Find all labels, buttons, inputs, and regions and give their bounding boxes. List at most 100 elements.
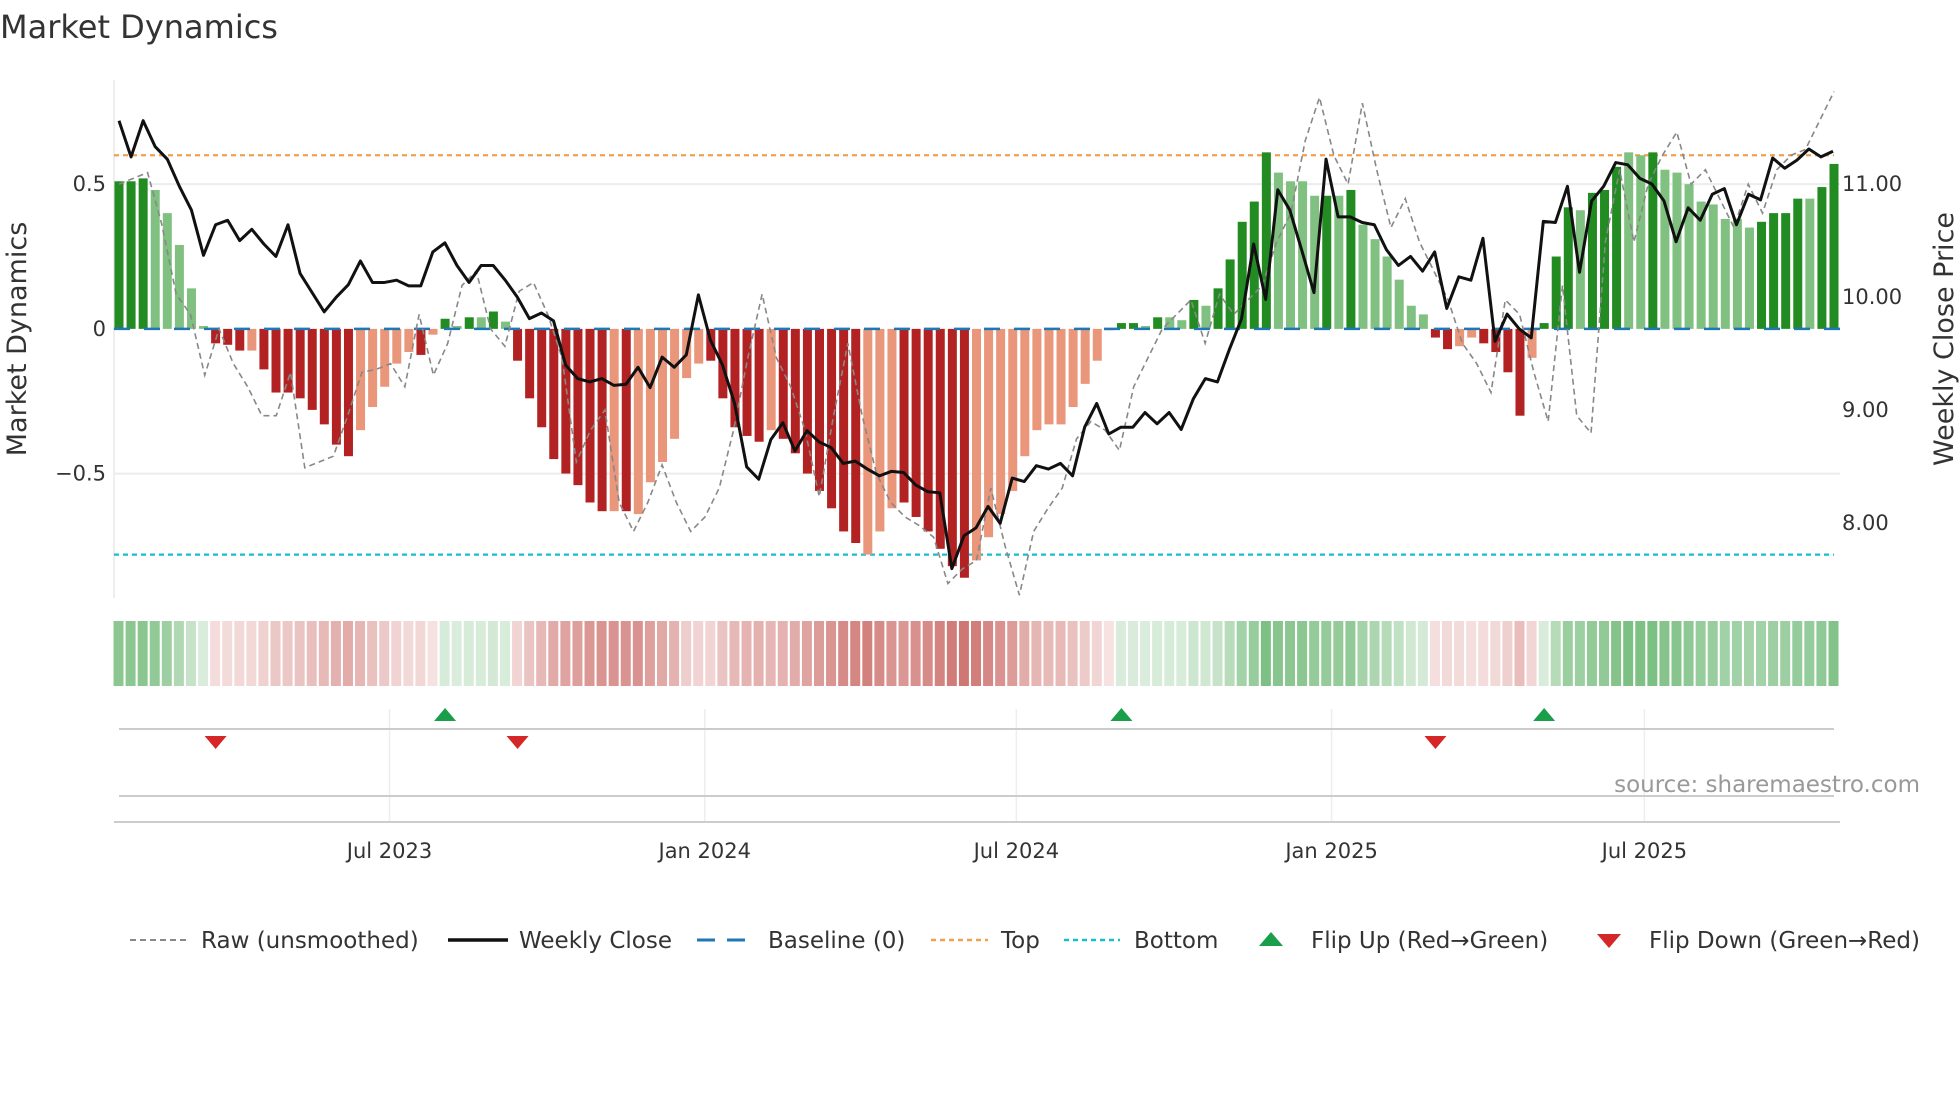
- momentum-bar: [223, 328, 233, 345]
- momentum-bar: [1515, 328, 1525, 416]
- heat-cell: [1405, 621, 1416, 686]
- heat-cell: [1176, 621, 1187, 686]
- momentum-bar: [851, 328, 861, 544]
- y2-tick-label: 8.00: [1842, 511, 1889, 535]
- momentum-bar: [923, 328, 933, 532]
- x-tick-label: Jan 2025: [1283, 839, 1378, 863]
- heat-cell: [222, 621, 233, 686]
- heat-cell: [306, 621, 317, 686]
- momentum-bar: [464, 317, 474, 329]
- momentum-bar: [186, 288, 196, 329]
- momentum-bar: [657, 328, 667, 462]
- heat-cell: [656, 621, 667, 686]
- momentum-bar: [1455, 328, 1465, 347]
- heat-cell: [1212, 621, 1223, 686]
- momentum-bar: [1056, 328, 1066, 425]
- heat-cell: [1599, 621, 1610, 686]
- momentum-bar: [573, 328, 583, 486]
- momentum-bar: [1660, 169, 1670, 329]
- momentum-bar: [766, 328, 776, 431]
- heat-cell: [1067, 621, 1078, 686]
- heat-cell: [1743, 621, 1754, 686]
- momentum-bar: [645, 328, 655, 483]
- momentum-bar: [1757, 221, 1767, 329]
- momentum-bar: [839, 328, 849, 532]
- momentum-bar: [283, 328, 293, 393]
- momentum-bar: [1406, 305, 1416, 329]
- heat-cell: [1115, 621, 1126, 686]
- heat-cell: [584, 621, 595, 686]
- momentum-bar: [307, 328, 317, 410]
- heat-cell: [536, 621, 547, 686]
- momentum-bar: [609, 328, 619, 512]
- heat-cell: [874, 621, 885, 686]
- heat-cell: [813, 621, 824, 686]
- momentum-bar: [1793, 198, 1803, 329]
- heat-cell: [1055, 621, 1066, 686]
- heat-cell: [1768, 621, 1779, 686]
- y2-tick-label: 10.00: [1842, 285, 1902, 309]
- momentum-bar: [1781, 213, 1791, 329]
- heat-cell: [1695, 621, 1706, 686]
- momentum-bar: [814, 328, 824, 491]
- heat-cell: [1007, 621, 1018, 686]
- momentum-bar: [1261, 152, 1271, 329]
- momentum-bar: [380, 328, 390, 387]
- momentum-bar: [1817, 187, 1827, 329]
- heat-cell: [1780, 621, 1791, 686]
- heat-cell: [1019, 621, 1030, 686]
- momentum-bars: [114, 152, 1839, 578]
- heat-cell: [173, 621, 184, 686]
- heat-cell: [910, 621, 921, 686]
- momentum-bar: [1732, 218, 1742, 329]
- heat-cell: [741, 621, 752, 686]
- heat-cell: [958, 621, 969, 686]
- heat-cell: [1188, 621, 1199, 686]
- momentum-bar: [1346, 189, 1356, 329]
- heat-cell: [705, 621, 716, 686]
- flip-down-marker: [1424, 736, 1447, 749]
- momentum-bar: [1322, 195, 1332, 329]
- heat-cell: [1731, 621, 1742, 686]
- heat-cell: [971, 621, 981, 686]
- heat-cell: [1647, 621, 1658, 686]
- momentum-bar: [670, 328, 680, 439]
- momentum-bar: [633, 328, 643, 515]
- momentum-bar: [235, 328, 245, 351]
- heat-cell: [1079, 621, 1090, 686]
- y2-axis-label: Weekly Close Price: [1929, 212, 1960, 466]
- heat-cell: [318, 621, 329, 686]
- y2-tick-label: 9.00: [1842, 398, 1889, 422]
- momentum-bar: [1720, 218, 1730, 329]
- heat-cell: [499, 621, 510, 686]
- heat-cell: [644, 621, 655, 686]
- flip-up-marker: [1110, 708, 1133, 721]
- heat-cell: [1792, 621, 1803, 686]
- momentum-bar: [1201, 305, 1211, 329]
- heat-cell: [560, 621, 571, 686]
- legend-flip-down-label: Flip Down (Green→Red): [1649, 928, 1920, 954]
- heat-cell: [246, 621, 257, 686]
- heat-cell: [379, 621, 390, 686]
- heat-cell: [934, 621, 945, 686]
- momentum-bar: [1672, 172, 1682, 329]
- momentum-bar: [1418, 314, 1428, 329]
- momentum-bar: [138, 178, 148, 329]
- momentum-bar: [1092, 328, 1102, 361]
- heat-cell: [789, 621, 800, 686]
- heat-cell: [282, 621, 293, 686]
- heat-cell: [1828, 621, 1839, 686]
- legend-flip-up-icon: [1259, 932, 1283, 946]
- momentum-bar: [356, 328, 366, 431]
- momentum-bar: [1382, 256, 1392, 329]
- heat-cell: [487, 621, 498, 686]
- legend: Raw (unsmoothed) Weekly Close Baseline (…: [130, 928, 1920, 954]
- momentum-bar: [996, 328, 1006, 515]
- heat-cell: [1562, 621, 1573, 686]
- y2-tick-label: 11.00: [1842, 172, 1902, 196]
- heat-cell: [1429, 621, 1440, 686]
- heat-cell: [1091, 621, 1102, 686]
- market-dynamics-chart: Market Dynamics 0.5 0 −0.5 11.00 10.00 9.00 8.…: [0, 8, 1960, 954]
- momentum-bar: [114, 181, 124, 329]
- heat-cell: [850, 621, 861, 686]
